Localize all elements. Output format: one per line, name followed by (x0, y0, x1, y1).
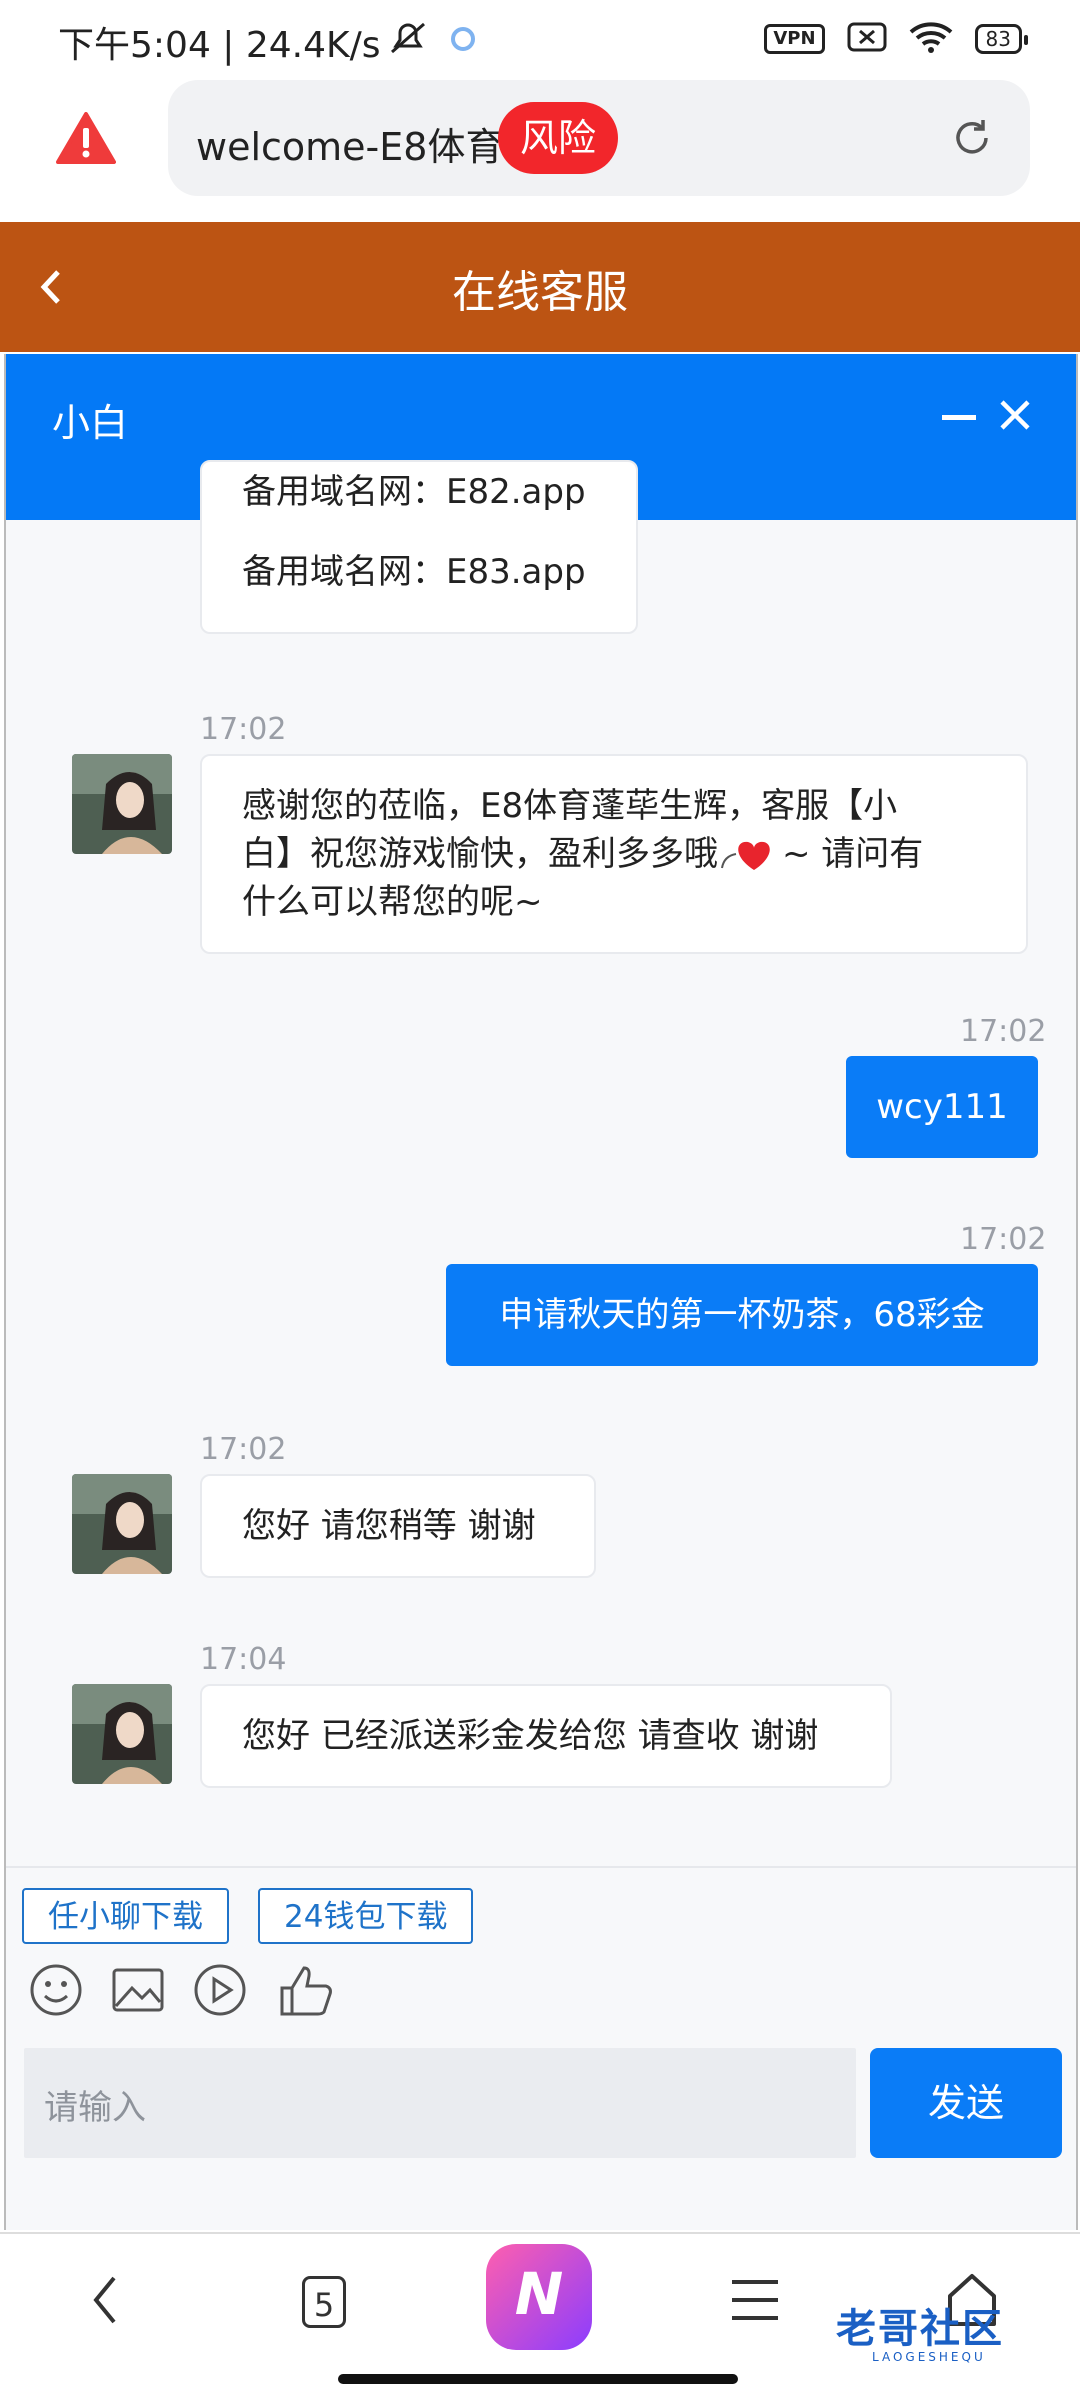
message-time: 17:02 (960, 1222, 1047, 1257)
chat-window: 小白 备用域名网：E82.app 备用域名网：E83.app 17:02 感谢您… (4, 354, 1078, 2230)
input-placeholder: 请输入 (44, 2088, 146, 2128)
address-row: welcome-E8体育 风险 (0, 78, 1080, 220)
mute-icon (388, 20, 428, 60)
message-text: ~ 请问有 (782, 834, 924, 874)
loading-icon (448, 24, 478, 58)
avatar (72, 754, 172, 854)
quick-link-button[interactable]: 24钱包下载 (258, 1888, 474, 1944)
vpn-badge: VPN (764, 24, 825, 54)
emoji-icon[interactable] (28, 1962, 84, 2022)
chat-toolbar (6, 1954, 1076, 2034)
message-time: 17:02 (960, 1014, 1047, 1049)
message-bubble-mine: wcy111 (846, 1056, 1038, 1158)
avatar (72, 1474, 172, 1574)
watermark-logo: 老哥社区 (836, 2306, 1004, 2352)
wifi-icon (909, 20, 953, 58)
menu-icon[interactable] (730, 2276, 780, 2328)
message-text: 您好 请您稍等 谢谢 (242, 1506, 536, 1546)
send-button[interactable]: 发送 (870, 2048, 1062, 2158)
back-icon[interactable] (90, 2272, 120, 2332)
message-text: 申请秋天的第一杯奶茶，68彩金 (499, 1295, 985, 1335)
message-bubble: 备用域名网：E82.app 备用域名网：E83.app (200, 460, 638, 634)
agent-name: 小白 (52, 401, 129, 445)
message-text: 什么可以帮您的呢~ (242, 882, 543, 922)
heart-emoji-icon (718, 834, 782, 874)
tabs-button[interactable]: 5 (302, 2276, 346, 2328)
message-text: 您好 已经派送彩金发给您 请查收 谢谢 (242, 1716, 819, 1756)
url-title[interactable]: welcome-E8体育 (196, 116, 503, 171)
minimize-icon[interactable] (942, 408, 976, 427)
status-bar: 下午5:04 | 24.4K/s VPN 83 (0, 0, 1080, 78)
page-title: 在线客服 (452, 267, 628, 318)
message-bubble: 您好 请您稍等 谢谢 (200, 1474, 596, 1578)
warning-icon[interactable] (56, 112, 116, 168)
quick-links: 任小聊下载 24钱包下载 (6, 1866, 1076, 1950)
message-text: 白】祝您游戏愉快，盈利多多哦 (242, 834, 718, 874)
quick-link-button[interactable]: 任小聊下载 (22, 1888, 229, 1944)
sim-icon (847, 22, 887, 56)
message-input[interactable]: 请输入 (24, 2048, 856, 2158)
avatar (72, 1684, 172, 1784)
url-bar[interactable]: welcome-E8体育 风险 (168, 80, 1030, 196)
page-header: 在线客服 (0, 222, 1080, 352)
message-bubble-mine: 申请秋天的第一杯奶茶，68彩金 (446, 1264, 1038, 1366)
home-indicator (338, 2374, 738, 2384)
video-icon[interactable] (192, 1962, 248, 2022)
risk-badge[interactable]: 风险 (498, 102, 619, 174)
message-text: 感谢您的莅临，E8体育蓬荜生辉，客服【小 (242, 786, 898, 826)
watermark-sub: LAOGESHEQU (872, 2350, 986, 2364)
ai-assistant-button[interactable]: N (486, 2244, 592, 2350)
thumbs-up-icon[interactable] (276, 1962, 336, 2022)
message-time: 17:04 (200, 1642, 287, 1677)
message-text: 备用域名网：E83.app (242, 552, 586, 592)
message-time: 17:02 (200, 712, 287, 747)
battery-indicator: 83 (974, 24, 1029, 54)
message-bubble: 感谢您的莅临，E8体育蓬荜生辉，客服【小 白】祝您游戏愉快，盈利多多哦 ~ 请问… (200, 754, 1028, 954)
close-icon[interactable] (998, 398, 1032, 436)
message-time: 17:02 (200, 1432, 287, 1467)
message-text: 备用域名网：E82.app (242, 472, 586, 512)
image-icon[interactable] (110, 1962, 166, 2022)
ai-logo-letter: N (514, 2260, 564, 2328)
message-bubble: 您好 已经派送彩金发给您 请查收 谢谢 (200, 1684, 892, 1788)
message-text: wcy111 (876, 1087, 1008, 1127)
refresh-icon[interactable] (950, 116, 994, 164)
status-time: 下午5:04 | 24.4K/s (58, 25, 381, 66)
